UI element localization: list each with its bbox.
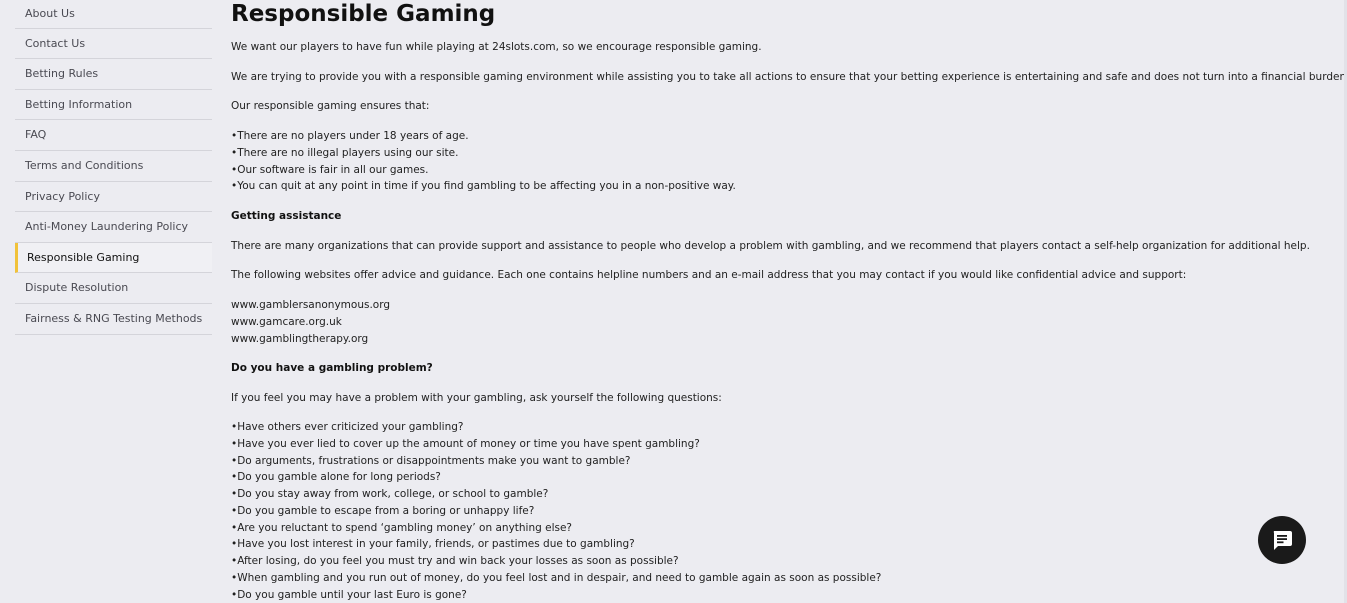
- getting-assistance-heading: Getting assistance: [231, 210, 342, 222]
- help-link[interactable]: www.gamblingtherapy.org: [231, 331, 390, 348]
- assistance-paragraph-2: The following websites offer advice and …: [231, 269, 1187, 281]
- intro-paragraph-2: We are trying to provide you with a resp…: [231, 71, 1347, 83]
- list-item: Do you gamble alone for long periods?: [231, 469, 881, 486]
- assistance-paragraph-1: There are many organizations that can pr…: [231, 240, 1310, 252]
- sidebar-item-contact-us[interactable]: Contact Us: [15, 29, 212, 60]
- sidebar-item-fairness-rng[interactable]: Fairness & RNG Testing Methods: [15, 304, 212, 335]
- sidebar-item-betting-information[interactable]: Betting Information: [15, 90, 212, 121]
- list-item: You can quit at any point in time if you…: [231, 178, 736, 195]
- page-title: Responsible Gaming: [231, 1, 496, 27]
- help-links-list: www.gamblersanonymous.org www.gamcare.or…: [231, 297, 390, 347]
- sidebar-item-faq[interactable]: FAQ: [15, 120, 212, 151]
- list-item: Do arguments, frustrations or disappoint…: [231, 453, 881, 470]
- gambling-problem-heading: Do you have a gambling problem?: [231, 362, 433, 374]
- list-item: There are no players under 18 years of a…: [231, 128, 736, 145]
- sidebar-nav: About Us Contact Us Betting Rules Bettin…: [15, 0, 212, 335]
- sidebar-item-privacy-policy[interactable]: Privacy Policy: [15, 182, 212, 213]
- gambling-problem-intro: If you feel you may have a problem with …: [231, 392, 722, 404]
- list-item: After losing, do you feel you must try a…: [231, 553, 881, 570]
- sidebar-item-terms-and-conditions[interactable]: Terms and Conditions: [15, 151, 212, 182]
- sidebar-item-dispute-resolution[interactable]: Dispute Resolution: [15, 273, 212, 304]
- chat-bubble-icon: [1273, 531, 1292, 550]
- list-item: Our software is fair in all our games.: [231, 162, 736, 179]
- list-item: Are you reluctant to spend ‘gambling mon…: [231, 520, 881, 537]
- list-item: When gambling and you run out of money, …: [231, 570, 881, 587]
- list-item: There are no illegal players using our s…: [231, 145, 736, 162]
- ensures-label: Our responsible gaming ensures that:: [231, 100, 430, 112]
- chat-button[interactable]: [1258, 516, 1306, 564]
- list-item: Have others ever criticized your gamblin…: [231, 419, 881, 436]
- sidebar-item-betting-rules[interactable]: Betting Rules: [15, 59, 212, 90]
- intro-paragraph-1: We want our players to have fun while pl…: [231, 41, 762, 53]
- ensures-list: There are no players under 18 years of a…: [231, 128, 736, 195]
- sidebar-item-about-us[interactable]: About Us: [15, 0, 212, 29]
- help-link[interactable]: www.gamcare.org.uk: [231, 314, 390, 331]
- list-item: Do you gamble until your last Euro is go…: [231, 587, 881, 603]
- list-item: Have you lost interest in your family, f…: [231, 536, 881, 553]
- sidebar-item-anti-money-laundering[interactable]: Anti-Money Laundering Policy: [15, 212, 212, 243]
- sidebar-item-responsible-gaming[interactable]: Responsible Gaming: [15, 242, 212, 274]
- questions-list: Have others ever criticized your gamblin…: [231, 419, 881, 603]
- list-item: Do you gamble to escape from a boring or…: [231, 503, 881, 520]
- help-link[interactable]: www.gamblersanonymous.org: [231, 297, 390, 314]
- list-item: Do you stay away from work, college, or …: [231, 486, 881, 503]
- page: About Us Contact Us Betting Rules Bettin…: [0, 0, 1347, 603]
- list-item: Have you ever lied to cover up the amoun…: [231, 436, 881, 453]
